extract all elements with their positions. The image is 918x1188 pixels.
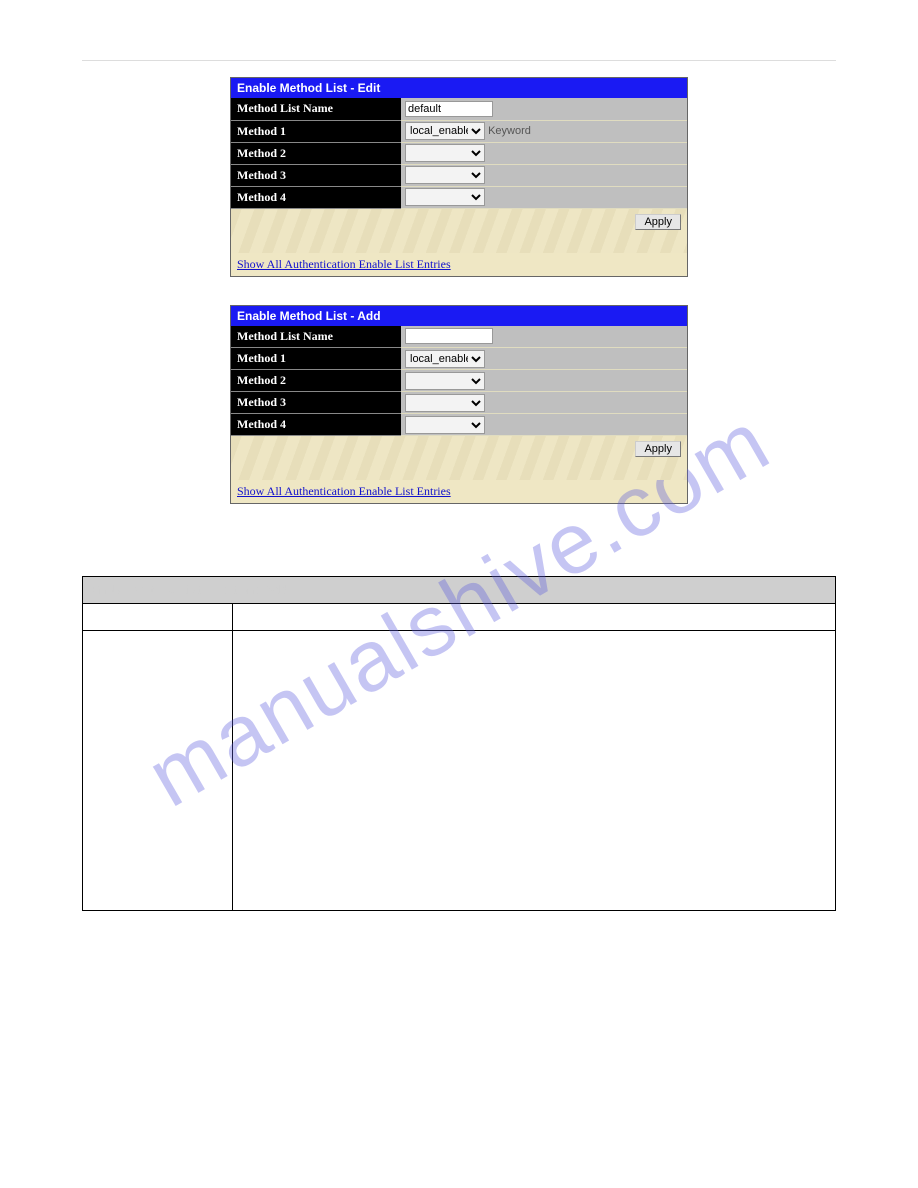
add-form-table: Method List Name Method 1 local_enable M… bbox=[231, 326, 687, 437]
doc-table-header: Enable Method List – Edit and Add bbox=[83, 577, 836, 604]
edit-form-table: Method List Name Method 1 local_enable K… bbox=[231, 98, 687, 209]
method3-select[interactable] bbox=[405, 166, 485, 184]
label-method-list-name: Method List Name bbox=[231, 98, 401, 120]
param-method-1234 bbox=[83, 631, 233, 911]
method-list-name-input-add[interactable] bbox=[405, 328, 493, 344]
label-method4: Method 4 bbox=[231, 186, 401, 208]
col-description: Description bbox=[233, 604, 836, 631]
method1-select[interactable]: local_enable bbox=[405, 122, 485, 140]
label-method4-add: Method 4 bbox=[231, 414, 401, 436]
parameters-table: Enable Method List – Edit and Add Parame… bbox=[82, 576, 836, 911]
method4-select[interactable] bbox=[405, 188, 485, 206]
method4-select-add[interactable] bbox=[405, 416, 485, 434]
label-method3: Method 3 bbox=[231, 164, 401, 186]
panel-title-add: Enable Method List - Add bbox=[231, 306, 687, 326]
method1-hint: Keyword bbox=[488, 125, 531, 137]
method2-select[interactable] bbox=[405, 144, 485, 162]
add-footer: Apply bbox=[231, 436, 687, 480]
panel-title-edit: Enable Method List - Edit bbox=[231, 78, 687, 98]
show-all-enable-list-link[interactable]: Show All Authentication Enable List Entr… bbox=[231, 253, 687, 276]
top-rule bbox=[82, 60, 836, 61]
apply-button[interactable]: Apply bbox=[635, 214, 681, 230]
table-row bbox=[83, 631, 836, 911]
enable-method-list-edit-panel: Enable Method List - Edit Method List Na… bbox=[230, 77, 688, 277]
method2-select-add[interactable] bbox=[405, 372, 485, 390]
apply-button-add[interactable]: Apply bbox=[635, 441, 681, 457]
method1-select-add[interactable]: local_enable bbox=[405, 350, 485, 368]
col-parameter: Parameter bbox=[83, 604, 233, 631]
label-method2: Method 2 bbox=[231, 142, 401, 164]
show-all-enable-list-link-add[interactable]: Show All Authentication Enable List Entr… bbox=[231, 480, 687, 503]
enable-method-list-add-panel: Enable Method List - Add Method List Nam… bbox=[230, 305, 688, 505]
method-list-name-input[interactable] bbox=[405, 101, 493, 117]
label-method2-add: Method 2 bbox=[231, 370, 401, 392]
label-method1-add: Method 1 bbox=[231, 348, 401, 370]
label-method1: Method 1 bbox=[231, 120, 401, 142]
method3-select-add[interactable] bbox=[405, 394, 485, 412]
label-method-list-name-add: Method List Name bbox=[231, 326, 401, 348]
edit-footer: Apply bbox=[231, 209, 687, 253]
desc-method-1234 bbox=[233, 631, 836, 911]
label-method3-add: Method 3 bbox=[231, 392, 401, 414]
